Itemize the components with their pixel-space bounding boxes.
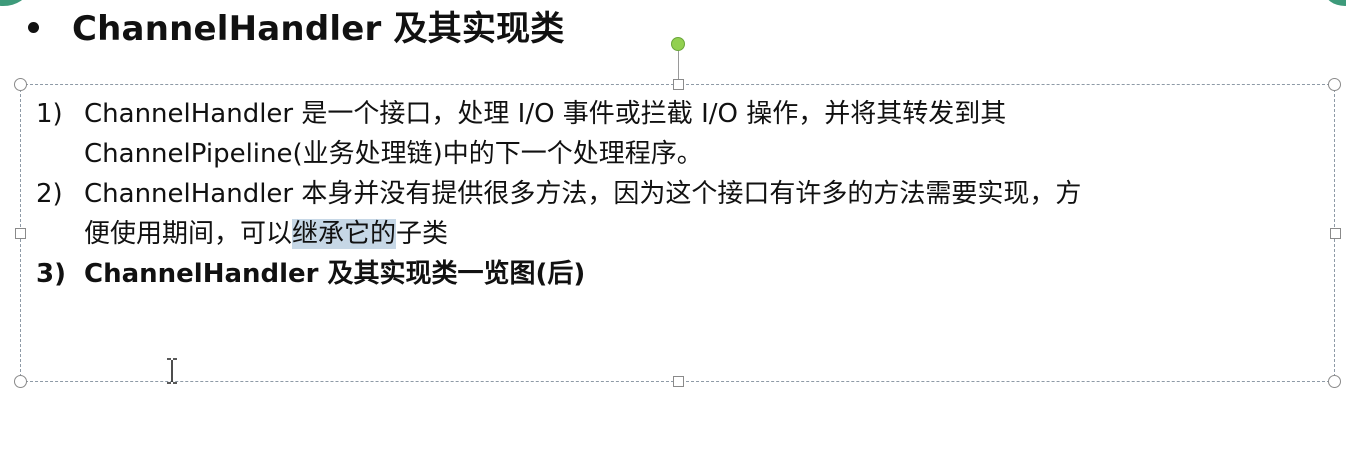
list-item-number: 1) xyxy=(36,99,63,129)
list-item-text: ChannelHandler 本身并没有提供很多方法，因为这个接口有许多的方法需… xyxy=(84,174,1326,254)
text-cursor-ibeam-icon xyxy=(167,358,177,384)
resize-handle-top-left[interactable] xyxy=(14,78,27,91)
list-item: 3) ChannelHandler 及其实现类一览图(后) xyxy=(36,254,1326,294)
bullet-dot-icon xyxy=(28,21,39,33)
resize-handle-bottom-right[interactable] xyxy=(1328,375,1341,388)
text-box-content[interactable]: 1) ChannelHandler 是一个接口，处理 I/O 事件或拦截 I/O… xyxy=(36,94,1326,294)
list-item-text: ChannelHandler 是一个接口，处理 I/O 事件或拦截 I/O 操作… xyxy=(84,94,1326,174)
corner-decoration-left xyxy=(0,0,28,6)
resize-handle-middle-left[interactable] xyxy=(15,228,26,239)
list-item-line: ChannelHandler 本身并没有提供很多方法，因为这个接口有许多的方法需… xyxy=(84,179,1082,209)
list-item-text: ChannelHandler 及其实现类一览图(后) xyxy=(84,259,586,289)
resize-handle-middle-right[interactable] xyxy=(1330,228,1341,239)
resize-handle-top-right[interactable] xyxy=(1328,78,1341,91)
list-item: 1) ChannelHandler 是一个接口，处理 I/O 事件或拦截 I/O… xyxy=(36,94,1326,174)
list-item: 2) ChannelHandler 本身并没有提供很多方法，因为这个接口有许多的… xyxy=(36,174,1326,254)
list-item-line-before-selection: 便使用期间，可以 xyxy=(84,219,293,249)
slide-title-row: ChannelHandler 及其实现类 xyxy=(28,1,564,50)
resize-handle-bottom-center[interactable] xyxy=(673,376,684,387)
list-item-number: 3) xyxy=(36,259,66,289)
resize-handle-bottom-left[interactable] xyxy=(14,375,27,388)
corner-decoration-right xyxy=(1324,0,1346,6)
rotate-handle-icon[interactable] xyxy=(671,37,685,51)
slide-canvas: ChannelHandler 及其实现类 1) ChannelHandler 是… xyxy=(0,0,1346,462)
list-item-line: ChannelPipeline(业务处理链)中的下一个处理程序。 xyxy=(84,139,703,169)
list-item-line: ChannelHandler 是一个接口，处理 I/O 事件或拦截 I/O 操作… xyxy=(84,99,1007,129)
slide-title[interactable]: ChannelHandler 及其实现类 xyxy=(72,1,564,50)
list-item-number: 2) xyxy=(36,179,63,209)
list-item-line-after-selection: 子类 xyxy=(396,219,449,249)
selected-text[interactable]: 继承它的 xyxy=(292,219,397,249)
resize-handle-top-center[interactable] xyxy=(673,79,684,90)
